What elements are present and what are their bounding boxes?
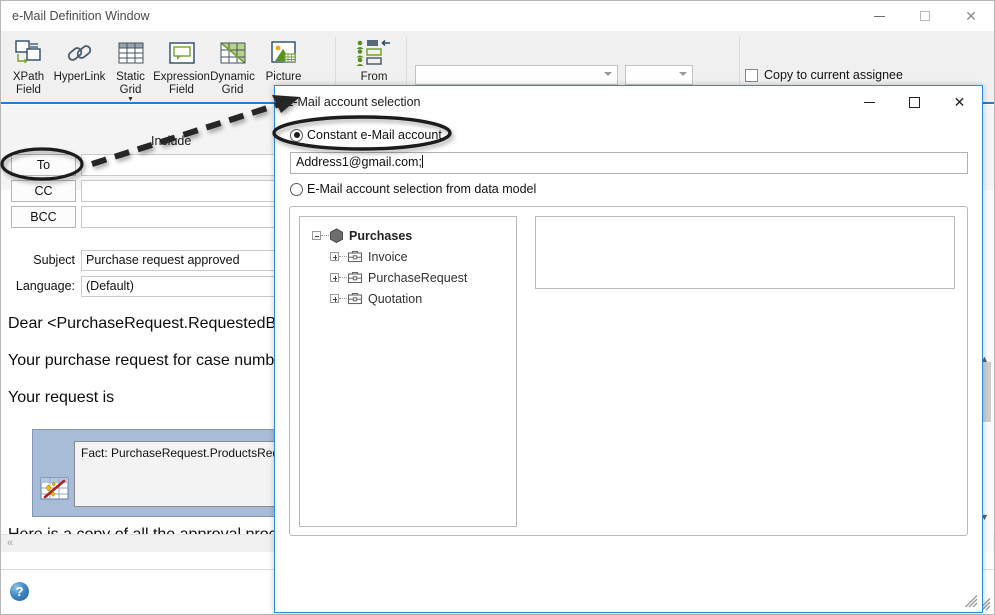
- data-model-option[interactable]: E-Mail account selection from data model: [290, 182, 536, 196]
- tree-connector: [339, 255, 347, 258]
- screen-root: e-Mail Definition Window ✕ XPath Field H…: [0, 0, 995, 615]
- body-paragraph: Your purchase request for case numb: [8, 352, 275, 369]
- ribbon-label: Picture: [265, 71, 302, 83]
- ribbon-item-hyperlink[interactable]: HyperLink: [54, 31, 105, 103]
- constant-account-label: Constant e-Mail account: [307, 128, 442, 142]
- ribbon-item-xpath-field[interactable]: XPath Field: [3, 31, 54, 103]
- tree-node-label: Invoice: [368, 249, 408, 264]
- help-icon[interactable]: ?: [10, 582, 29, 601]
- font-name-combo[interactable]: [415, 65, 618, 85]
- dialog-title: E-Mail account selection: [285, 95, 421, 109]
- tree-connector: [339, 276, 347, 279]
- dialog-resize-grip[interactable]: [965, 595, 978, 608]
- tree-node-label: Quotation: [368, 291, 423, 306]
- font-size-combo[interactable]: [625, 65, 693, 85]
- constant-account-option[interactable]: Constant e-Mail account: [290, 128, 442, 142]
- expression-field-icon: [166, 36, 198, 70]
- subject-label: Subject: [33, 253, 75, 267]
- ribbon-item-static-grid[interactable]: Static Grid ▼: [105, 31, 156, 103]
- cc-button[interactable]: CC: [11, 180, 76, 202]
- expand-icon[interactable]: [330, 252, 339, 261]
- ribbon-label: From: [360, 71, 388, 83]
- window-controls: ✕: [856, 1, 994, 31]
- data-model-radio[interactable]: [290, 182, 303, 196]
- tree-node-label: PurchaseRequest: [368, 270, 468, 285]
- copy-to-current-assignee-checkbox[interactable]: [745, 68, 758, 82]
- tree-node-purchases[interactable]: Purchases: [308, 225, 508, 246]
- main-titlebar: e-Mail Definition Window ✕: [1, 1, 994, 31]
- picture-icon: [268, 36, 300, 70]
- ribbon-label: Expression Field: [153, 71, 210, 96]
- bcc-button[interactable]: BCC: [11, 206, 76, 228]
- tree-node-invoice[interactable]: Invoice: [308, 246, 508, 267]
- email-account-selection-dialog: E-Mail account selection ✕ Constant e-Ma…: [274, 85, 983, 613]
- dynamic-grid-control-icon: [40, 475, 70, 503]
- constant-account-input[interactable]: Address1@gmail.com;: [290, 152, 968, 174]
- constant-account-radio[interactable]: [290, 128, 303, 142]
- node-detail-list[interactable]: [535, 216, 955, 289]
- constant-account-value: Address1@gmail.com;: [296, 155, 422, 169]
- body-paragraph: Dear <PurchaseRequest.RequestedB: [8, 315, 277, 332]
- main-window-title: e-Mail Definition Window: [12, 9, 150, 23]
- tree-connector: [339, 297, 347, 300]
- tree-node-quotation[interactable]: Quotation: [308, 288, 508, 309]
- ribbon-item-dynamic-grid[interactable]: Dynamic Grid: [207, 31, 258, 103]
- static-grid-icon: [115, 36, 147, 70]
- tree-node-label: Purchases: [349, 228, 413, 243]
- tree-root-container: Purchases Invoice PurchaseRequest Quotat…: [308, 225, 508, 309]
- hyperlink-icon: [64, 36, 96, 70]
- collapse-icon[interactable]: [312, 231, 321, 240]
- dialog-window-controls: ✕: [847, 86, 982, 118]
- case-type-icon: [347, 292, 363, 306]
- ribbon-item-expression-field[interactable]: Expression Field: [153, 31, 210, 103]
- ribbon-insert-group: XPath Field HyperLink Static Grid ▼ Expr…: [3, 31, 309, 103]
- to-button[interactable]: To: [11, 154, 76, 176]
- include-label: Include: [151, 134, 192, 148]
- case-type-icon: [347, 271, 363, 285]
- data-model-label: E-Mail account selection from data model: [307, 182, 537, 196]
- ribbon-label: XPath Field: [12, 71, 45, 96]
- tree-node-purchaserequest[interactable]: PurchaseRequest: [308, 267, 508, 288]
- data-model-tree[interactable]: Purchases Invoice PurchaseRequest Quotat…: [299, 216, 517, 527]
- maximize-button[interactable]: [902, 1, 948, 31]
- scroll-left-icon[interactable]: «: [7, 537, 13, 549]
- expand-icon[interactable]: [330, 294, 339, 303]
- close-button[interactable]: ✕: [948, 1, 994, 31]
- case-type-icon: [347, 250, 363, 264]
- tree-connector: [321, 234, 329, 237]
- ribbon-label: Dynamic Grid: [210, 71, 255, 96]
- minimize-button[interactable]: [856, 1, 902, 31]
- dynamic-grid-icon: [217, 36, 249, 70]
- language-label: Language:: [15, 279, 75, 293]
- from-accounts-icon: [354, 36, 394, 70]
- ribbon-label: HyperLink: [53, 71, 106, 83]
- expand-icon[interactable]: [330, 273, 339, 282]
- data-model-panel: Purchases Invoice PurchaseRequest Quotat…: [289, 206, 968, 536]
- copy-to-current-assignee-label: Copy to current assignee: [764, 68, 903, 82]
- dialog-close-button[interactable]: ✕: [937, 86, 982, 118]
- body-paragraph: Your request is: [8, 389, 115, 406]
- dialog-minimize-button[interactable]: [847, 86, 892, 118]
- dialog-titlebar: E-Mail account selection ✕: [275, 86, 982, 118]
- dialog-maximize-button[interactable]: [892, 86, 937, 118]
- ribbon-label: Static Grid: [116, 71, 145, 96]
- xpath-field-icon: [13, 36, 45, 70]
- copy-to-current-assignee-row[interactable]: Copy to current assignee: [745, 65, 995, 85]
- data-model-icon: [329, 227, 344, 244]
